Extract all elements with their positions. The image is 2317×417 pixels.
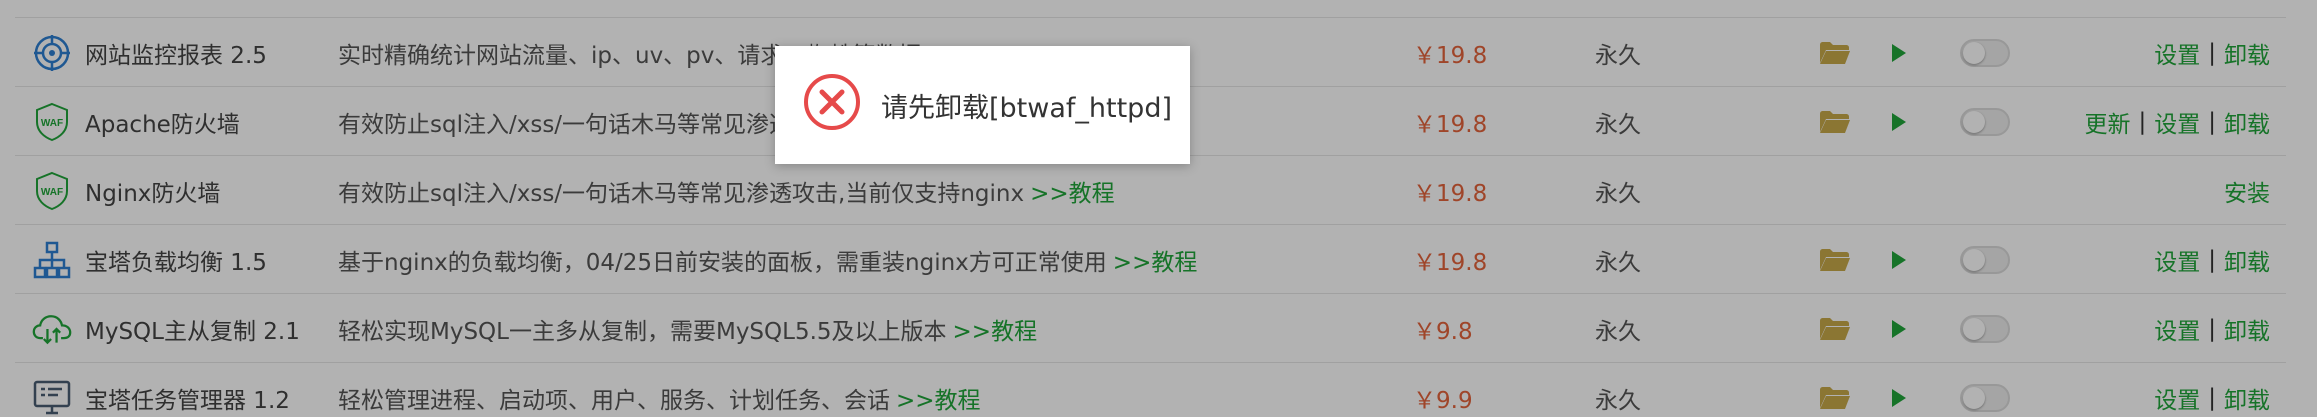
error-dialog: 请先卸载[btwaf_httpd] <box>775 46 1190 164</box>
dialog-message: 请先卸载[btwaf_httpd] <box>881 92 1172 124</box>
error-icon <box>803 73 861 137</box>
